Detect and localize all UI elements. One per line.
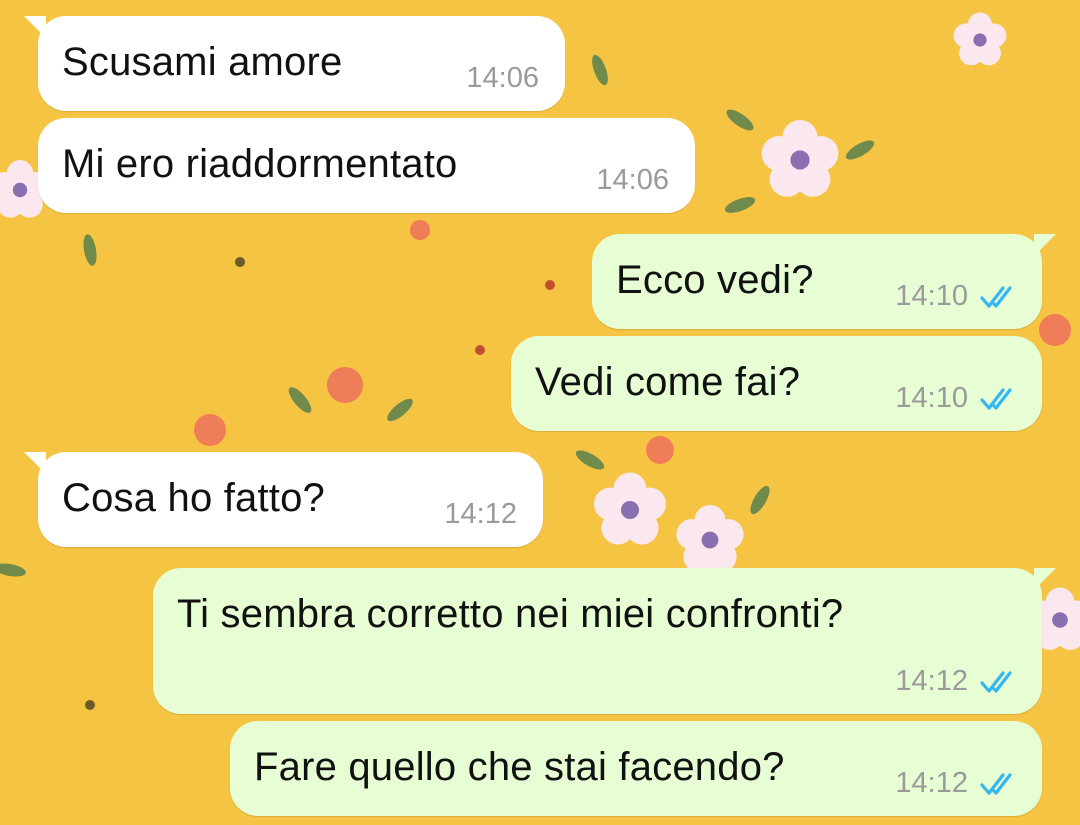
wallpaper-leaf	[81, 233, 99, 267]
message-timestamp: 14:06	[596, 164, 669, 196]
message-timestamp: 14:06	[466, 62, 539, 94]
wallpaper-leaf	[723, 105, 757, 135]
wallpaper-leaf	[383, 395, 417, 425]
wallpaper-leaf	[722, 193, 758, 217]
wallpaper-blossom	[194, 414, 226, 446]
wallpaper-leaf	[0, 561, 27, 579]
message-text: Cosa ho fatto?	[62, 476, 325, 520]
double-check-icon	[980, 671, 1012, 693]
message-bubble-outgoing[interactable]: Ti sembra corretto nei miei confronti? 1…	[153, 568, 1056, 714]
message-bubble-incoming[interactable]: Cosa ho fatto? 14:12	[24, 452, 543, 547]
message-timestamp: 14:12	[895, 665, 968, 697]
message-text: Fare quello che stai facendo?	[254, 745, 785, 789]
wallpaper-dot	[475, 345, 485, 355]
message-text: Vedi come fai?	[535, 360, 801, 404]
wallpaper-dot	[85, 700, 95, 710]
double-check-icon	[980, 388, 1012, 410]
wallpaper-blossom	[646, 436, 674, 464]
message-bubble-outgoing[interactable]: Fare quello che stai facendo? 14:12	[230, 721, 1042, 816]
message-timestamp: 14:10	[895, 382, 968, 414]
wallpaper-flower	[594, 472, 666, 545]
wallpaper-leaf	[843, 136, 877, 164]
wallpaper-blossom	[327, 367, 363, 403]
wallpaper-leaf	[746, 483, 774, 517]
wallpaper-leaf	[573, 446, 607, 474]
message-text: Mi ero riaddormentato	[62, 142, 458, 186]
message-timestamp: 14:12	[444, 498, 517, 530]
message-bubble-outgoing[interactable]: Ecco vedi? 14:10	[592, 234, 1056, 329]
wallpaper-dot	[545, 280, 555, 290]
double-check-icon	[980, 773, 1012, 795]
message-bubble-outgoing[interactable]: Vedi come fai? 14:10	[511, 336, 1042, 431]
wallpaper-blossom	[410, 220, 430, 240]
message-bubble-incoming[interactable]: Scusami amore 14:06	[24, 16, 565, 111]
message-timestamp: 14:12	[895, 767, 968, 799]
wallpaper-flower	[761, 120, 839, 197]
double-check-icon	[980, 286, 1012, 308]
message-bubble-incoming[interactable]: Mi ero riaddormentato 14:06	[38, 118, 695, 213]
message-text: Ecco vedi?	[616, 258, 814, 302]
wallpaper-blossom	[1039, 314, 1071, 346]
wallpaper-leaf	[285, 383, 315, 417]
wallpaper-flower	[953, 12, 1007, 66]
wallpaper-flower	[676, 505, 744, 573]
wallpaper-dot	[235, 257, 245, 267]
wallpaper-leaf	[588, 52, 612, 88]
message-text: Scusami amore	[62, 40, 343, 84]
message-timestamp: 14:10	[895, 280, 968, 312]
message-text: Ti sembra corretto nei miei confronti?	[177, 592, 844, 636]
